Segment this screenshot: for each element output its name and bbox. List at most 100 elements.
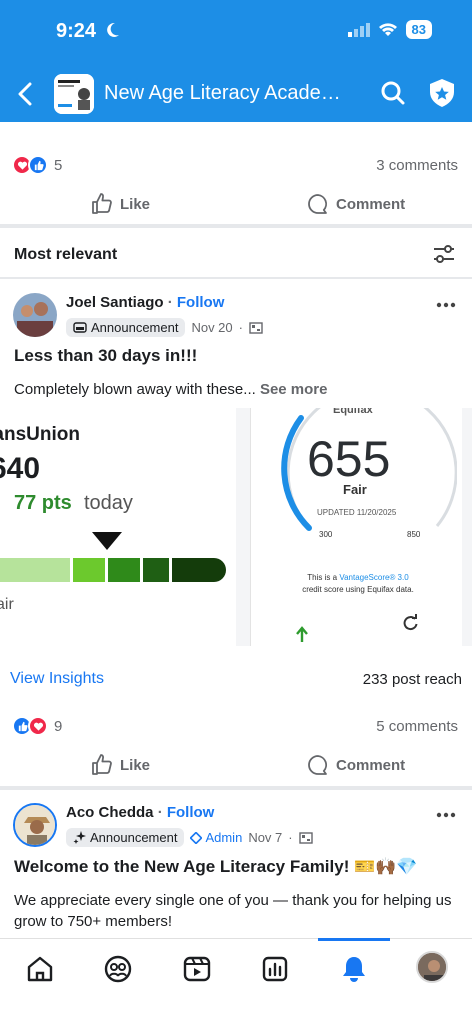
score-range-bar <box>0 558 226 582</box>
equifax-updated: UPDATED 11/20/2025 <box>317 508 397 517</box>
top-bar: 9:24 83 New Age Literacy Academ... <box>0 0 472 122</box>
filter-sliders-icon[interactable] <box>432 242 456 266</box>
like-label: Like <box>120 195 151 213</box>
post-text: Completely blown away with these... <box>14 381 256 398</box>
follow-button[interactable]: Follow <box>167 804 215 821</box>
author-avatar[interactable] <box>13 293 57 337</box>
range-segment <box>108 558 140 582</box>
author-avatar[interactable] <box>13 803 57 847</box>
section-divider <box>0 224 472 228</box>
like-reaction-icon <box>28 155 48 175</box>
comment-bubble-icon <box>308 755 327 775</box>
group-audience-icon <box>298 831 313 844</box>
profile-photo-icon <box>418 953 446 981</box>
nav-video[interactable] <box>181 953 213 985</box>
note-suffix: credit score using Equifax data. <box>302 585 414 594</box>
group-header: New Age Literacy Academ... <box>0 66 472 122</box>
author-photo-icon <box>15 805 55 845</box>
gauge-min: 300 <box>319 530 333 539</box>
group-avatar[interactable] <box>54 74 94 114</box>
like-button[interactable]: Like <box>90 753 150 777</box>
equifax-card: Equifax 655 Fair UPDATED 11/20/2025 300 … <box>250 408 462 646</box>
author-name[interactable]: Joel Santiago <box>66 294 164 311</box>
equifax-rating: Fair <box>343 482 367 497</box>
sort-label[interactable]: Most relevant <box>14 246 117 264</box>
reaction-summary[interactable]: 5 <box>12 155 62 175</box>
bottom-navigation <box>0 938 472 1024</box>
comment-button[interactable]: Comment <box>306 192 405 216</box>
nav-friends[interactable] <box>102 953 134 985</box>
nav-profile-avatar[interactable] <box>416 951 448 983</box>
post-title: Less than 30 days in!!! <box>14 346 198 365</box>
post-body: Completely blown away with these... See … <box>14 379 460 400</box>
post-reach: 233 post reach <box>362 671 462 688</box>
equifax-note: This is a VantageScore® 3.0 credit score… <box>293 572 423 596</box>
equifax-brand: Equifax <box>333 408 373 416</box>
announcement-badge: Announcement <box>66 318 186 337</box>
active-tab-indicator <box>318 938 390 941</box>
status-indicators: 83 <box>347 20 432 39</box>
equifax-score: 655 <box>307 431 391 487</box>
like-button[interactable]: Like <box>90 192 150 216</box>
reaction-count: 9 <box>54 717 63 735</box>
transunion-title: ransUnion <box>0 424 80 445</box>
signal-icon <box>347 22 370 37</box>
like-label: Like <box>120 756 151 774</box>
friends-icon <box>104 955 132 983</box>
admin-shield-icon[interactable] <box>428 78 456 108</box>
follow-button[interactable]: Follow <box>177 294 225 311</box>
view-insights-link[interactable]: View Insights <box>10 670 104 688</box>
badge-label: Announcement <box>91 320 179 335</box>
range-segment <box>172 558 226 582</box>
love-reaction-icon <box>28 716 48 736</box>
sort-row: Most relevant <box>0 232 472 276</box>
admin-label: Admin <box>205 830 243 845</box>
refresh-icon <box>403 614 418 631</box>
nav-home[interactable] <box>24 953 56 985</box>
post-reactions: 9 5 comments <box>0 713 472 739</box>
transunion-today: today <box>84 492 133 514</box>
post-image[interactable]: ransUnion 640 77 pts today air Equifax 6… <box>0 408 472 646</box>
battery-indicator: 83 <box>405 20 432 39</box>
score-pointer-icon <box>92 532 122 550</box>
transunion-change: 77 pts <box>14 492 72 514</box>
comment-button[interactable]: Comment <box>306 753 405 777</box>
comment-label: Comment <box>336 195 406 213</box>
range-segment <box>73 558 105 582</box>
prev-post-reactions: 5 3 comments <box>0 152 472 178</box>
post-actions: Like Comment <box>0 745 472 785</box>
announcement-badge: Announcement <box>66 828 185 847</box>
note-brand: VantageScore® 3.0 <box>339 573 409 582</box>
back-chevron-icon[interactable] <box>16 82 36 106</box>
comment-label: Comment <box>336 756 406 774</box>
transunion-rating: air <box>0 596 14 613</box>
prev-post-actions: Like Comment <box>0 184 472 224</box>
up-arrow-icon <box>296 626 308 642</box>
comments-count[interactable]: 3 comments <box>376 157 458 174</box>
sparkle-icon <box>73 831 86 844</box>
section-divider <box>0 786 472 790</box>
wifi-icon <box>378 23 397 36</box>
search-icon[interactable] <box>380 80 406 106</box>
nav-notifications[interactable] <box>338 953 370 985</box>
more-options-icon[interactable] <box>436 302 456 308</box>
group-audience-icon <box>249 321 263 334</box>
nav-insights[interactable] <box>259 953 291 985</box>
comments-count[interactable]: 5 comments <box>376 718 458 735</box>
see-more-link[interactable]: See more <box>260 381 328 398</box>
reaction-summary[interactable]: 9 <box>12 716 62 736</box>
group-logo-icon <box>54 74 94 114</box>
megaphone-icon <box>73 322 87 333</box>
insights-row: View Insights 233 post reach <box>0 668 472 694</box>
bar-chart-icon <box>262 956 288 982</box>
post-author[interactable]: Joel Santiago · Follow <box>66 294 224 311</box>
author-name[interactable]: Aco Chedda <box>66 804 154 821</box>
thumbs-up-icon <box>92 193 112 214</box>
group-title[interactable]: New Age Literacy Academ... <box>104 82 354 105</box>
post-meta: Announcement Nov 20 · <box>66 318 263 337</box>
badge-label: Announcement <box>90 830 178 845</box>
gauge-max: 850 <box>407 530 421 539</box>
more-options-icon[interactable] <box>436 812 456 818</box>
range-segment <box>143 558 169 582</box>
post-author[interactable]: Aco Chedda · Follow <box>66 804 214 821</box>
